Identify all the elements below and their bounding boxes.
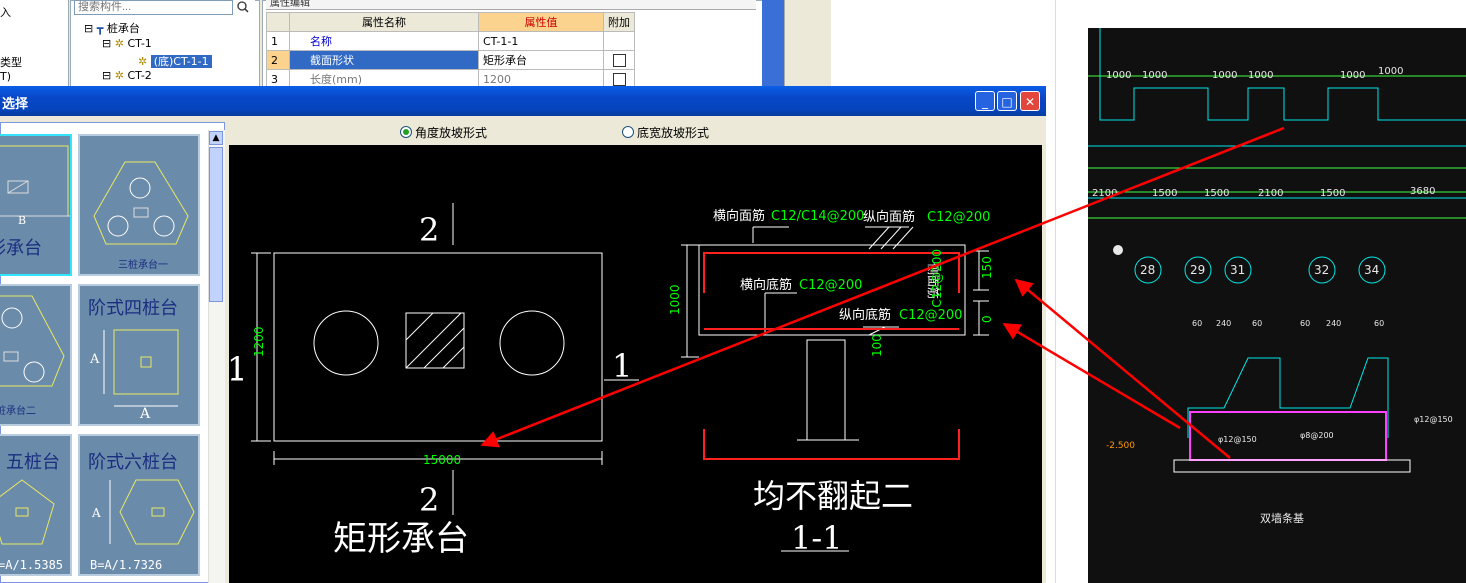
annotation-arrows <box>480 126 1285 459</box>
annotation-arrow <box>1002 322 1181 430</box>
annotation-arrow <box>480 126 1285 448</box>
annotation-arrow <box>1014 278 1231 459</box>
